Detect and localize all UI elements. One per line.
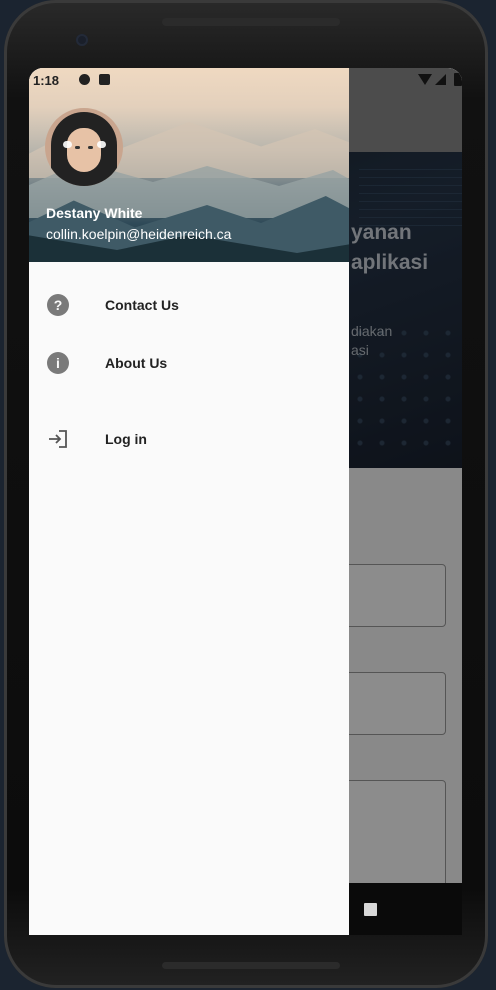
login-icon [49,430,67,448]
recents-icon[interactable] [364,903,377,916]
menu-item-contact-us[interactable]: ? Contact Us [29,280,349,330]
menu-item-log-in[interactable]: Log in [29,414,349,464]
navigation-drawer: Destany White collin.koelpin@heidenreich… [29,68,349,935]
menu-item-about-us[interactable]: i About Us [29,338,349,388]
status-time: 1:18 [33,73,60,88]
sd-card-icon [99,74,110,85]
phone-screen: yanan aplikasi diakan asi Destany White … [29,68,462,935]
user-name: Destany White [46,205,143,221]
menu-item-label: Log in [105,431,147,447]
avatar[interactable] [45,108,123,186]
menu-item-label: About Us [105,355,168,371]
status-bar: 1:18 [29,68,462,93]
battery-icon [454,73,462,86]
menu-item-label: Contact Us [105,297,179,313]
wifi-icon [418,74,432,85]
bottom-speaker [162,962,340,969]
help-circle-icon: ? [47,294,69,316]
front-camera [76,34,88,46]
signal-icon [435,74,446,85]
notification-icon [79,74,90,85]
drawer-header: Destany White collin.koelpin@heidenreich… [29,68,349,262]
user-email: collin.koelpin@heidenreich.ca [46,226,232,242]
top-speaker [162,18,340,26]
info-circle-icon: i [47,352,69,374]
